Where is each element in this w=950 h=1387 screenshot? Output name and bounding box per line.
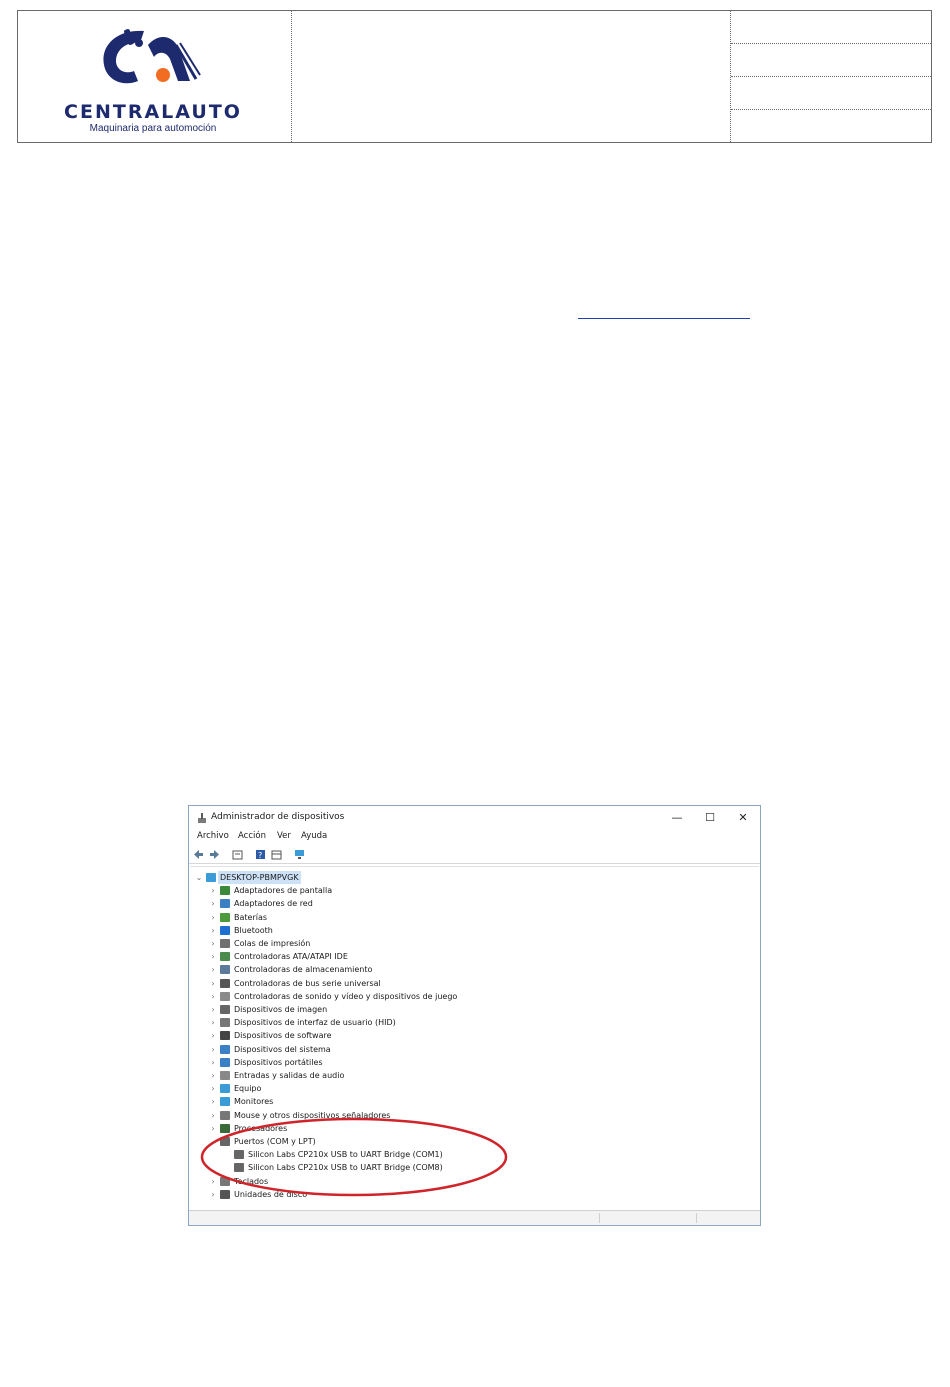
ide-controller-icon bbox=[220, 952, 230, 962]
chevron-right-icon[interactable]: › bbox=[208, 1069, 218, 1082]
menu-accion[interactable]: Acción bbox=[238, 831, 266, 841]
tree-node-label: Dispositivos de interfaz de usuario (HID… bbox=[234, 1018, 396, 1028]
logo-wordmark: CENTRALAUTO bbox=[64, 101, 242, 123]
menu-bar: Archivo Acción Ver Ayuda bbox=[189, 831, 760, 845]
tree-node-label: Monitores bbox=[234, 1097, 274, 1107]
chevron-right-icon[interactable]: › bbox=[208, 924, 218, 937]
chevron-right-icon[interactable]: › bbox=[208, 950, 218, 963]
minimize-button[interactable]: — bbox=[662, 809, 692, 827]
header-row-line bbox=[731, 76, 931, 77]
tree-node-label: Baterías bbox=[234, 912, 268, 922]
usb-icon bbox=[220, 978, 230, 988]
bluetooth-icon bbox=[220, 925, 230, 935]
chevron-right-icon[interactable]: › bbox=[208, 1003, 218, 1016]
view-icon[interactable] bbox=[271, 849, 282, 860]
tree-node-label: Colas de impresión bbox=[234, 939, 311, 948]
monitor-icon bbox=[220, 1097, 230, 1107]
help-icon[interactable]: ? bbox=[255, 849, 266, 860]
camera-icon bbox=[220, 1005, 230, 1014]
chevron-right-icon[interactable]: › bbox=[208, 990, 218, 1003]
tree-node-label: Adaptadores de red bbox=[234, 899, 313, 909]
chevron-right-icon[interactable]: › bbox=[208, 1043, 218, 1056]
audio-icon bbox=[220, 1071, 230, 1080]
window-title: Administrador de dispositivos bbox=[211, 812, 345, 822]
hid-icon bbox=[220, 1018, 230, 1028]
tree-node-label: Bluetooth bbox=[234, 925, 273, 935]
header-row-line bbox=[731, 43, 931, 44]
tree-node-label: Dispositivos portátiles bbox=[234, 1057, 323, 1067]
header-row-line bbox=[731, 109, 931, 110]
chevron-right-icon[interactable]: › bbox=[208, 977, 218, 990]
computer-icon bbox=[206, 873, 216, 882]
monitor-icon[interactable] bbox=[294, 849, 305, 860]
chevron-right-icon[interactable]: › bbox=[208, 963, 218, 976]
tree-node-label: Controladoras ATA/ATAPI IDE bbox=[234, 952, 348, 962]
display-adapter-icon bbox=[220, 886, 230, 896]
title-bar: Administrador de dispositivos — ☐ ✕ bbox=[189, 806, 760, 830]
forward-arrow-icon[interactable] bbox=[209, 849, 220, 860]
chevron-right-icon[interactable]: › bbox=[208, 884, 218, 897]
battery-icon bbox=[220, 912, 230, 922]
company-logo: CENTRALAUTO Maquinaria para automoción bbox=[26, 23, 286, 138]
chevron-down-icon[interactable]: ⌄ bbox=[194, 871, 204, 884]
chevron-right-icon[interactable]: › bbox=[208, 1056, 218, 1069]
logo-mark-icon bbox=[103, 29, 201, 84]
maximize-button[interactable]: ☐ bbox=[695, 809, 725, 827]
logo-tagline: Maquinaria para automoción bbox=[89, 123, 217, 134]
svg-text:?: ? bbox=[258, 851, 262, 860]
chevron-right-icon[interactable]: › bbox=[208, 1016, 218, 1029]
toolbar: ? bbox=[189, 847, 760, 864]
system-folder-icon bbox=[220, 1044, 230, 1054]
tree-node-label: Controladoras de almacenamiento bbox=[234, 965, 373, 975]
tree-node-label: Entradas y salidas de audio bbox=[234, 1071, 345, 1080]
device-manager-window: Administrador de dispositivos — ☐ ✕ Arch… bbox=[188, 805, 761, 1226]
tree-node-label: Controladoras de bus serie universal bbox=[234, 978, 381, 988]
chevron-right-icon[interactable]: › bbox=[208, 1082, 218, 1095]
storage-controller-icon bbox=[220, 965, 230, 975]
tree-node-label: Dispositivos de software bbox=[234, 1031, 332, 1041]
portable-device-icon bbox=[220, 1057, 230, 1067]
tree-node-label: Equipo bbox=[234, 1084, 262, 1094]
tree-node-label: Dispositivos de imagen bbox=[234, 1005, 328, 1014]
close-button[interactable]: ✕ bbox=[728, 809, 758, 827]
document-header: CENTRALAUTO Maquinaria para automoción bbox=[17, 10, 932, 143]
tree-node-label: Adaptadores de pantalla bbox=[234, 886, 333, 896]
back-arrow-icon[interactable] bbox=[193, 849, 204, 860]
chevron-right-icon[interactable]: › bbox=[208, 897, 218, 910]
tree-node-label: DESKTOP-PBMPVGK bbox=[218, 871, 301, 884]
computer-icon bbox=[220, 1084, 230, 1094]
menu-ayuda[interactable]: Ayuda bbox=[301, 831, 327, 841]
device-manager-icon bbox=[198, 813, 206, 823]
properties-icon[interactable] bbox=[232, 849, 243, 860]
menu-ver[interactable]: Ver bbox=[277, 831, 291, 841]
chevron-right-icon[interactable]: › bbox=[208, 1029, 218, 1042]
menu-archivo[interactable]: Archivo bbox=[197, 831, 229, 841]
software-device-icon bbox=[220, 1031, 230, 1041]
header-divider bbox=[291, 11, 292, 142]
printer-icon bbox=[220, 939, 230, 948]
chevron-right-icon[interactable]: › bbox=[208, 1095, 218, 1108]
chevron-right-icon[interactable]: › bbox=[208, 911, 218, 924]
highlight-annotation-ellipse bbox=[200, 1117, 508, 1197]
status-bar bbox=[189, 1210, 760, 1225]
document-link-underline[interactable] bbox=[578, 318, 750, 319]
tree-node-label: Dispositivos del sistema bbox=[234, 1044, 331, 1054]
speaker-icon bbox=[220, 991, 230, 1001]
tree-node-label: Controladoras de sonido y vídeo y dispos… bbox=[234, 991, 458, 1001]
network-adapter-icon bbox=[220, 899, 230, 909]
chevron-right-icon[interactable]: › bbox=[208, 937, 218, 950]
